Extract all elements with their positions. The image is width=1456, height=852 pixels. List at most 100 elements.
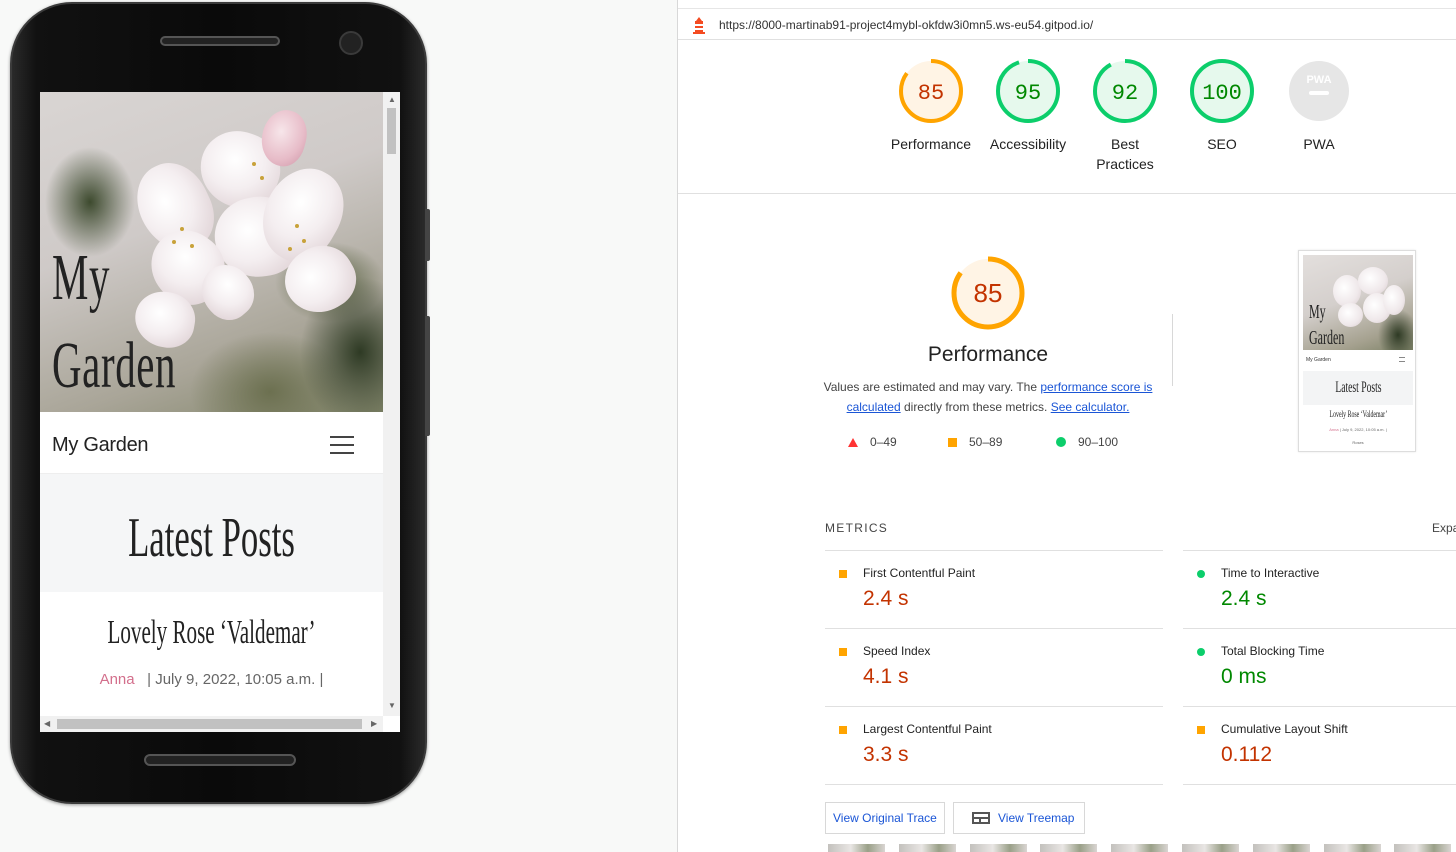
metric-name: Cumulative Layout Shift [1221,722,1348,736]
legend-circle: 90–100 [1056,435,1118,449]
vertical-scroll-thumb[interactable] [387,108,396,154]
power-button [425,316,430,436]
metric-value: 2.4 s [863,587,909,610]
metric-name: Largest Contentful Paint [863,722,992,736]
score-gauges: 85 Performance 95 Accessibility 92 Best Pract… [678,40,1456,194]
see-calculator-link[interactable]: See calculator. [1051,400,1130,414]
metric-name: Speed Index [863,644,931,658]
device-emulation-panel: My Garden My Garden Latest Posts Lovely R… [0,0,677,852]
filmstrip-frame [898,844,956,852]
thumbnail-navbar: My Garden [1303,353,1413,369]
phone-speaker-bottom [144,754,296,766]
gauge-label: Performance [890,136,972,152]
metric-first-contentful-paint: First Contentful Paint 2.4 s [825,550,1163,628]
performance-title: Performance [927,343,1049,366]
filmstrip-frame [1182,844,1239,852]
metric-speed-index: Speed Index 4.1 s [825,628,1163,706]
scroll-right-icon[interactable]: ▶ [371,720,377,728]
lighthouse-report: https://8000-martinab91-project4mybl-okf… [677,0,1456,852]
metric-largest-contentful-paint: Largest Contentful Paint 3.3 s [825,706,1163,784]
view-treemap-button[interactable]: View Treemap [953,802,1086,834]
gauge-score: 85 [918,81,944,106]
average-square-icon [839,648,847,656]
gauge-best-practices[interactable]: 92 Best Practices [1077,58,1173,174]
average-square-icon [839,570,847,578]
metrics-bottom-border [825,784,1456,785]
post-title[interactable]: Lovely Rose ‘Valdemar’ [105,614,318,652]
site-brand-link[interactable]: My Garden [52,434,149,457]
metric-total-blocking-time: Total Blocking Time 0 ms [1183,628,1456,706]
volume-button [425,209,430,261]
report-url-bar: https://8000-martinab91-project4mybl-okf… [678,8,1456,40]
expand-view-toggle[interactable]: Expa [1432,521,1456,535]
latest-posts-header: Latest Posts [40,474,383,592]
metric-value: 0.112 [1221,743,1272,766]
average-square-icon [839,726,847,734]
thumbnail-hamburger-icon [1399,357,1405,362]
gauge-accessibility[interactable]: 95 Accessibility [980,58,1076,154]
site-navbar: My Garden [40,412,383,474]
thumbnail-hero: My Garden [1303,255,1413,350]
filmstrip-frame [969,844,1027,852]
filmstrip-frame [1111,844,1169,852]
gauge-label: PWA [1303,136,1335,152]
filmstrip-frame [1323,844,1381,852]
gauge-ring: 95 [996,59,1060,123]
performance-score: 85 [974,278,1003,308]
thumbnail-category: Roses [1352,440,1364,445]
gauge-label: Accessibility [989,136,1067,152]
hero-image: My Garden [40,92,383,412]
pwa-dash-icon [1309,91,1329,95]
gauge-performance[interactable]: 85 Performance [883,58,979,154]
legend-triangle: 0–49 [848,435,897,449]
post-card[interactable]: Lovely Rose ‘Valdemar’ Anna | July 9, 20… [40,592,383,722]
performance-description: Values are estimated and may vary. The p… [823,380,1153,414]
metric-value: 4.1 s [863,665,909,688]
section-divider [1172,314,1173,386]
gauge-label: Best Practices [1096,136,1154,172]
horizontal-scroll-thumb[interactable] [57,719,362,729]
treemap-icon [972,812,990,824]
metric-name: Total Blocking Time [1221,644,1325,658]
pwa-badge-text: PWA [1306,74,1331,86]
latest-posts-title: Latest Posts [128,507,295,569]
scroll-up-icon[interactable]: ▲ [388,96,396,104]
triangle-icon [848,438,858,447]
phone-screen[interactable]: My Garden My Garden Latest Posts Lovely R… [40,92,400,732]
gauge-score: 100 [1202,81,1242,106]
filmstrip-frame [1252,844,1310,852]
view-original-trace-button[interactable]: View Original Trace [825,802,945,834]
performance-big-gauge: 85 [951,256,1025,330]
metric-value: 2.4 s [1221,587,1267,610]
filmstrip-frame [1040,844,1098,852]
gauge-seo[interactable]: 100 SEO [1174,58,1270,154]
metric-value: 3.3 s [863,743,909,766]
metrics-heading: METRICS [825,521,889,535]
legend-square: 50–89 [948,435,1002,449]
horizontal-scrollbar[interactable]: ◀ ▶ [40,716,383,732]
gauge-score: 92 [1112,81,1138,106]
gauge-pwa[interactable]: PWA PWA [1271,58,1367,154]
audited-url[interactable]: https://8000-martinab91-project4mybl-okf… [719,18,1093,32]
square-icon [948,438,957,447]
lighthouse-icon [693,17,705,34]
pass-circle-icon [1197,648,1205,656]
phone-speaker [160,36,280,46]
thumbnail-post-meta: Anna | July 9, 2022, 10:05 a.m. | [1329,427,1387,432]
scroll-down-icon[interactable]: ▼ [388,702,396,710]
gauge-ring: 100 [1190,59,1254,123]
final-screenshot-thumbnail[interactable]: My Garden My Garden Latest Posts Lovely R… [1298,250,1416,452]
thumbnail-post-title: Lovely Rose ‘Valdemar’ [1329,409,1387,419]
phone-camera [339,31,363,55]
meta-separator: | [319,671,324,688]
circle-icon [1056,437,1066,447]
thumbnail-latest: Latest Posts [1303,371,1413,405]
scroll-left-icon[interactable]: ◀ [44,720,50,728]
post-author[interactable]: Anna [100,671,135,688]
average-square-icon [1197,726,1205,734]
filmstrip-frame [1394,844,1452,852]
metric-time-to-interactive: Time to Interactive 2.4 s [1183,550,1456,628]
hamburger-menu-icon[interactable] [330,436,356,456]
vertical-scrollbar[interactable]: ▲ ▼ [383,92,400,716]
gauge-ring: 85 [899,59,963,123]
